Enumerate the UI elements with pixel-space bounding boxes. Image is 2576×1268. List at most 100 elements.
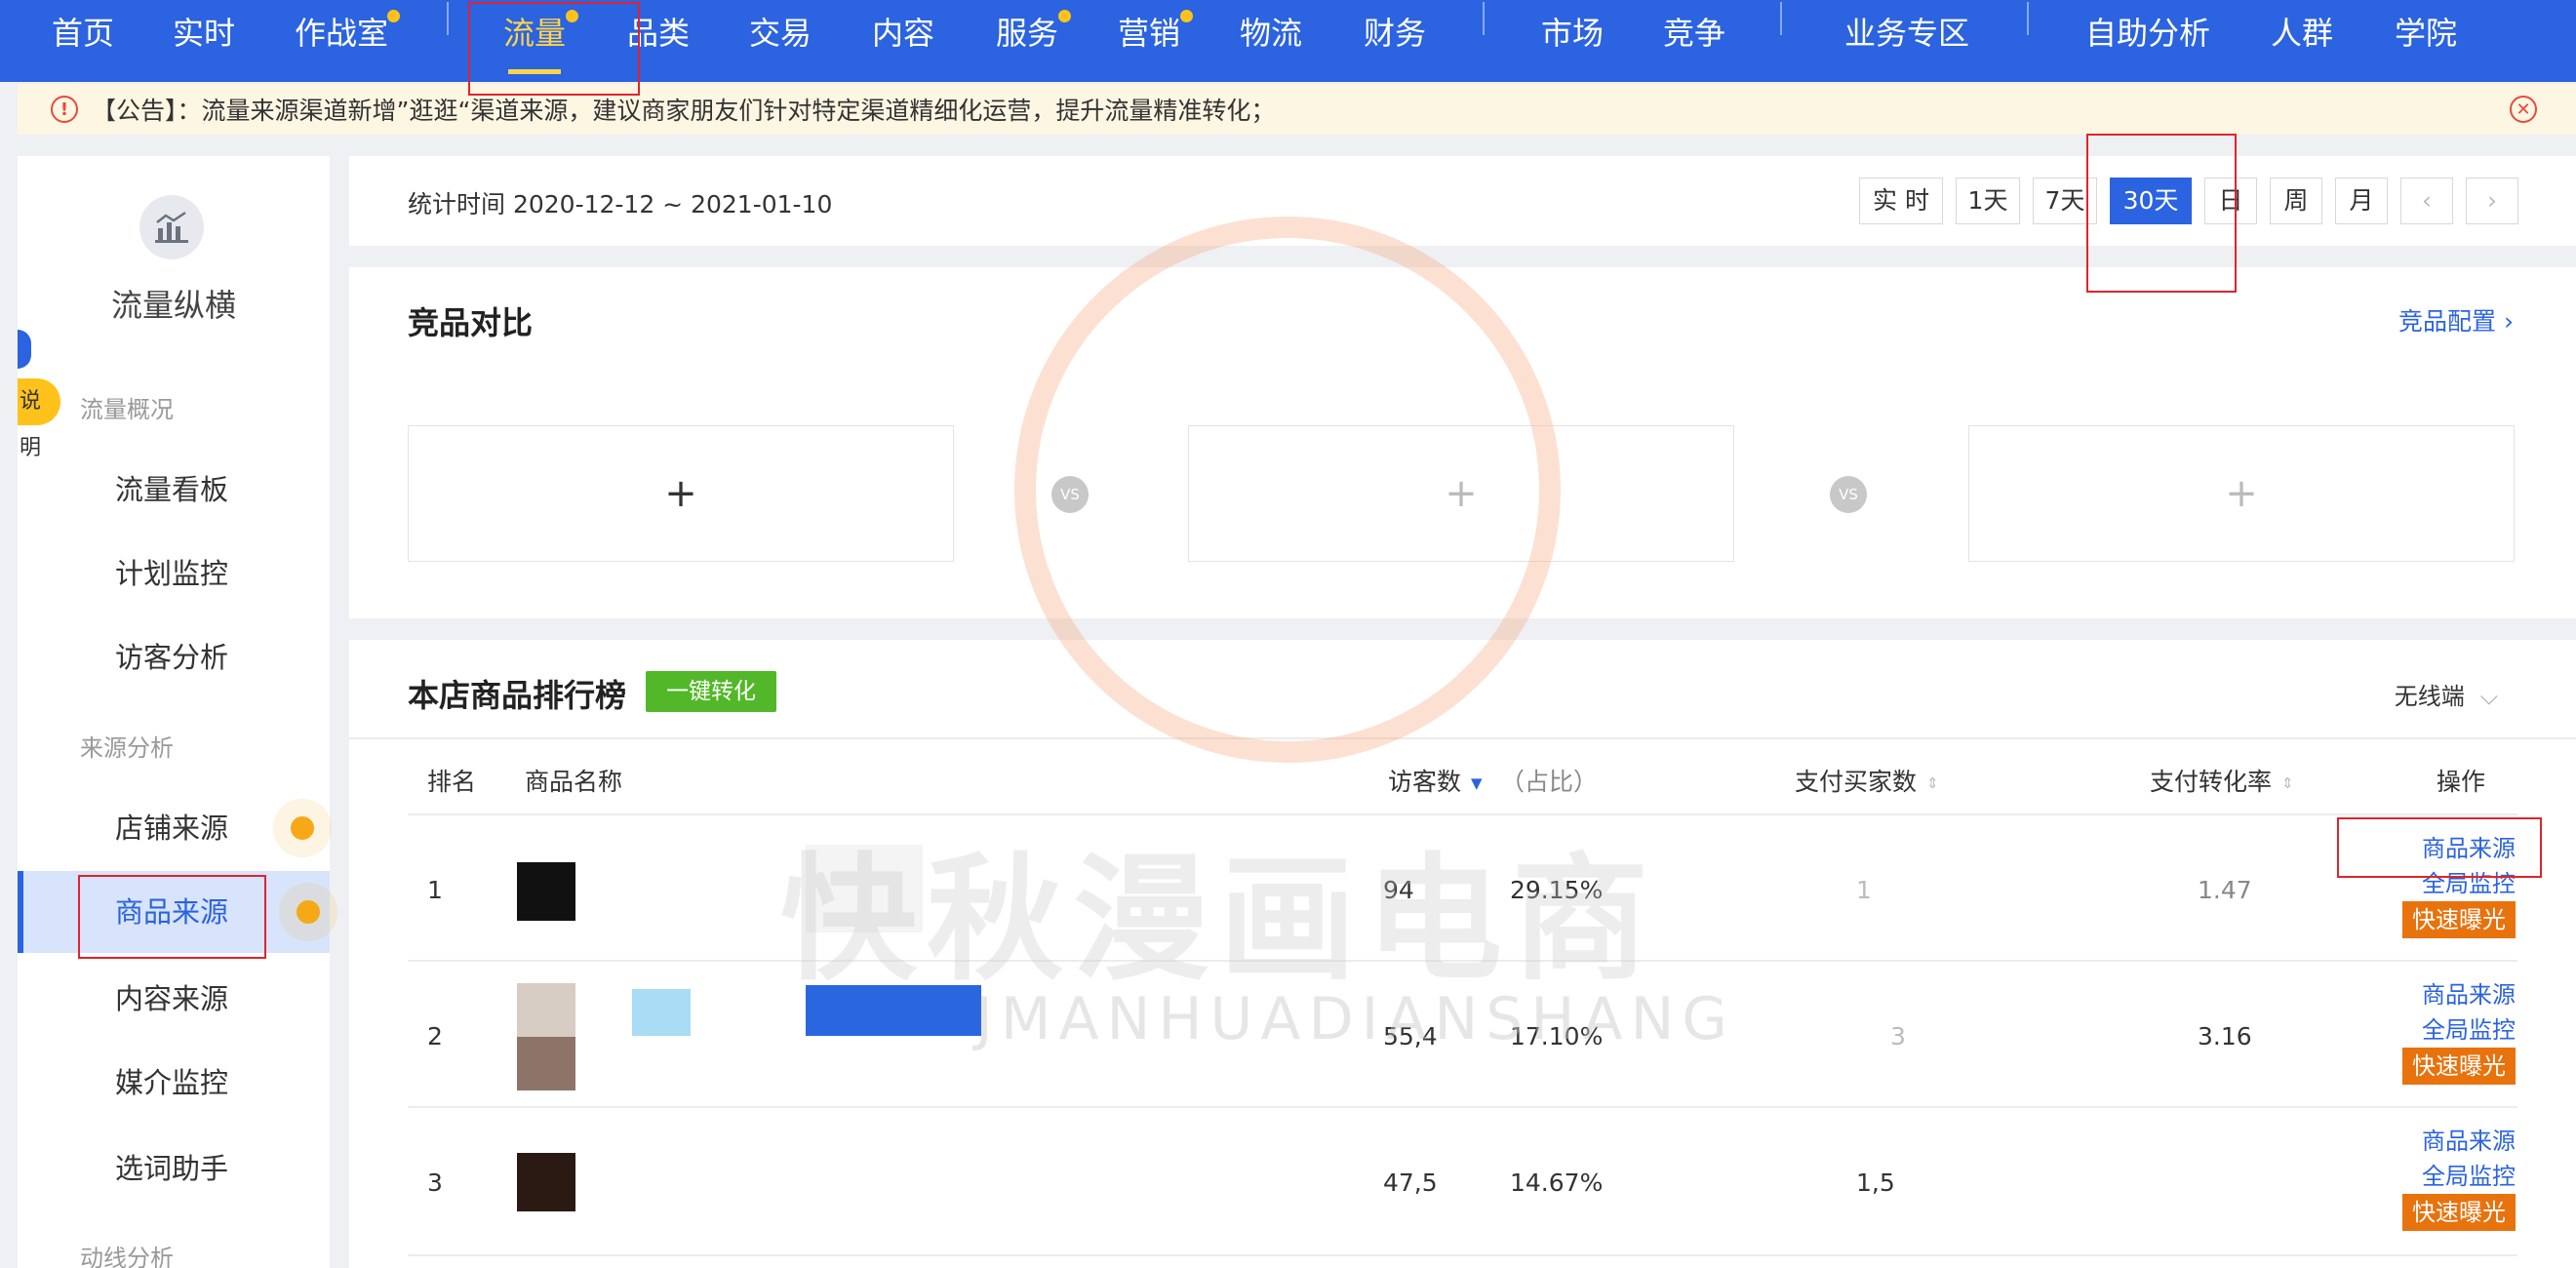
sidebar-item-dashboard[interactable]: 流量看板 [18, 449, 330, 531]
device-select[interactable]: 无线端 ⌵ [2395, 677, 2498, 711]
chevron-down-icon: ⌵ [2479, 683, 2498, 710]
one-click-convert-button[interactable]: 一键转化 [646, 671, 776, 712]
add-icon: + [2225, 471, 2258, 516]
row-buyers: 1 [1856, 876, 1872, 904]
nav-item-7[interactable]: 服务 [993, 0, 1071, 82]
product-thumbnail[interactable] [517, 1153, 575, 1211]
global-monitor-link[interactable]: 全局监控 [2402, 1012, 2516, 1048]
nav-item-8[interactable]: 营销 [1115, 0, 1193, 82]
quick-exposure-button[interactable]: 快速曝光 [2402, 901, 2516, 938]
nav-item-16[interactable]: 学院 [2392, 0, 2460, 82]
nav-item-4[interactable]: 品类 [624, 0, 693, 82]
nav-item-11[interactable]: 市场 [1538, 0, 1606, 82]
range-day-button[interactable]: 日 [2204, 178, 2257, 224]
nav-separator [2027, 2, 2029, 35]
row-buyers: 3 [1890, 1022, 1906, 1050]
col-action: 操作 [2437, 768, 2486, 796]
add-icon: + [1445, 471, 1478, 516]
range-month-button[interactable]: 月 [2335, 178, 2388, 224]
col-name: 商品名称 [525, 768, 623, 796]
range-week-button[interactable]: 周 [2270, 178, 2322, 224]
row-actions: 商品来源 全局监控 快速曝光 [2402, 977, 2516, 1085]
product-thumbnail[interactable] [517, 983, 575, 1090]
sidebar-title: 流量纵横 [110, 287, 236, 324]
col-visitors[interactable]: 访客数 ▼ [1388, 763, 1483, 798]
sidebar-item-label: 店铺来源 [115, 812, 229, 845]
row-rank: 2 [427, 1022, 443, 1050]
nav-item-label: 作战室 [294, 15, 388, 52]
product-name-blurred [806, 845, 923, 932]
sidebar-item-label: 访客分析 [115, 641, 229, 674]
nav-item-10[interactable]: 财务 [1361, 0, 1429, 82]
sidebar-item-plan-monitor[interactable]: 计划监控 [18, 533, 330, 614]
warning-icon: ! [51, 96, 78, 123]
stat-time-label: 统计时间 2020-12-12 ~ 2021-01-10 [408, 190, 833, 218]
nav-separator [1483, 2, 1485, 35]
prev-period-button[interactable]: ‹ [2400, 178, 2453, 224]
close-icon[interactable]: ✕ [2510, 96, 2537, 123]
compare-slot-2[interactable]: + [1188, 425, 1734, 562]
help-tab[interactable]: 说明 [18, 378, 60, 460]
sidebar-item-label: 内容来源 [115, 982, 229, 1015]
product-source-link[interactable]: 商品来源 [2402, 1124, 2516, 1159]
nav-item-1[interactable]: 实时 [170, 0, 238, 82]
nav-item-label: 市场 [1540, 15, 1604, 52]
nav-item-6[interactable]: 内容 [869, 0, 937, 82]
nav-item-label: 内容 [871, 15, 934, 52]
sidebar-group-source: 来源分析 [80, 734, 174, 762]
quick-exposure-button[interactable]: 快速曝光 [2402, 1048, 2516, 1085]
nav-item-12[interactable]: 竞争 [1660, 0, 1728, 82]
col-buyers[interactable]: 支付买家数 ⇕ [1795, 763, 1939, 798]
next-period-button[interactable]: › [2466, 178, 2518, 224]
nav-item-0[interactable]: 首页 [49, 0, 117, 82]
announcement-text: 【公告】：流量来源渠道新增”逛逛“渠道来源，建议商家朋友们针对特定渠道精细化运营… [92, 97, 1276, 125]
compare-slot-3[interactable]: + [1968, 425, 2515, 562]
col-buyers-label: 支付买家数 [1795, 768, 1918, 796]
compare-title: 竞品对比 [408, 304, 534, 341]
product-thumbnail[interactable] [517, 862, 575, 921]
col-conversion[interactable]: 支付转化率 ⇕ [2150, 763, 2294, 798]
range-30day-button[interactable]: 30天 [2110, 178, 2192, 224]
nav-item-9[interactable]: 物流 [1237, 0, 1305, 82]
range-realtime-button[interactable]: 实 时 [1859, 178, 1943, 224]
new-dot-icon [291, 816, 314, 840]
row-visitors: 94 [1383, 876, 1414, 904]
range-7day-button[interactable]: 7天 [2033, 178, 2097, 224]
row-conversion: 1.47 [2198, 876, 2252, 904]
sidebar-item-store-source[interactable]: 店铺来源 [18, 787, 330, 869]
sidebar-item-visitor-analysis[interactable]: 访客分析 [18, 616, 330, 698]
nav-item-15[interactable]: 人群 [2268, 0, 2336, 82]
add-icon: + [664, 471, 697, 516]
nav-separator [1780, 2, 1782, 35]
divider [408, 1106, 2517, 1108]
nav-item-5[interactable]: 交易 [746, 0, 814, 82]
compare-slot-1[interactable]: + [408, 425, 954, 562]
nav-item-14[interactable]: 自助分析 [2084, 0, 2211, 82]
product-source-link[interactable]: 商品来源 [2402, 977, 2516, 1012]
sidebar-item-keyword-helper[interactable]: 选词助手 [18, 1128, 330, 1209]
nav-item-label: 学院 [2394, 15, 2457, 52]
divider [349, 737, 2576, 739]
global-monitor-link[interactable]: 全局监控 [2402, 866, 2516, 901]
product-name-blurred [806, 985, 981, 1036]
sidebar-item-product-source[interactable]: 商品来源 [18, 871, 330, 953]
sidebar-group-path: 动线分析 [80, 1245, 174, 1268]
nav-item-3[interactable]: 流量 [500, 0, 578, 82]
nav-item-label: 交易 [748, 15, 812, 52]
nav-item-label: 竞争 [1662, 15, 1725, 52]
quick-exposure-button[interactable]: 快速曝光 [2402, 1194, 2516, 1231]
divider [408, 960, 2517, 962]
row-actions: 商品来源 全局监控 快速曝光 [2402, 1124, 2516, 1231]
range-1day-button[interactable]: 1天 [1956, 178, 2020, 224]
global-monitor-link[interactable]: 全局监控 [2402, 1159, 2516, 1194]
nav-item-13[interactable]: 业务专区 [1843, 0, 1970, 82]
nav-item-label: 营销 [1117, 15, 1180, 52]
col-share: （占比） [1500, 768, 1599, 796]
row-rank: 1 [427, 876, 443, 904]
nav-item-2[interactable]: 作战室 [293, 0, 400, 82]
sidebar-item-content-source[interactable]: 内容来源 [18, 958, 330, 1040]
nav-item-label: 流量 [502, 15, 566, 52]
product-source-link[interactable]: 商品来源 [2402, 831, 2516, 866]
sidebar-item-media-monitor[interactable]: 媒介监控 [18, 1042, 330, 1124]
competitor-config-link[interactable]: 竞品配置 › [2398, 302, 2514, 337]
